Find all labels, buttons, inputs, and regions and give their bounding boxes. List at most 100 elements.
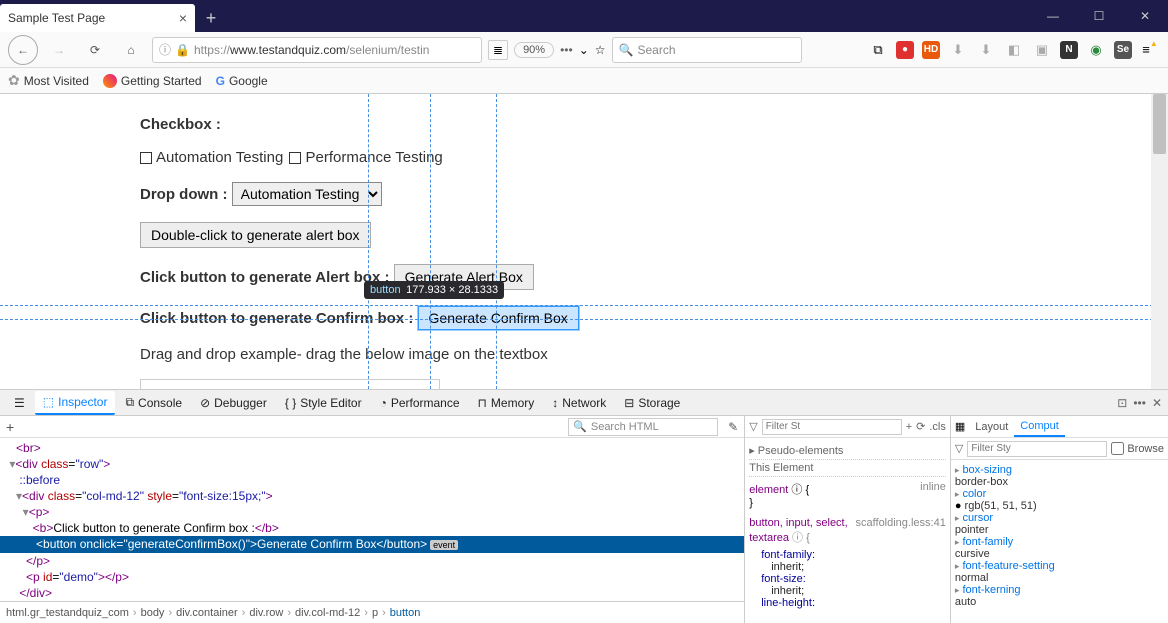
bookmark-star-icon[interactable]: ☆ (595, 43, 606, 57)
bc-item[interactable]: div.container (176, 607, 238, 619)
dropdown-label: Drop down : (140, 186, 227, 203)
tab-memory[interactable]: ⊓ Memory (470, 392, 543, 414)
scrollbar-thumb[interactable] (1153, 94, 1166, 154)
bc-item[interactable]: html.gr_testandquiz_com (6, 607, 129, 619)
ext-icon-7[interactable]: ◉ (1086, 40, 1106, 60)
alert-label: Click button to generate Alert box : (140, 269, 389, 286)
checkbox-performance[interactable] (289, 152, 301, 164)
browser-tab[interactable]: Sample Test Page × (0, 4, 195, 32)
ext-icon-3[interactable]: ⬇ (948, 40, 968, 60)
bc-item[interactable]: div.col-md-12 (295, 607, 360, 619)
google-icon: G (216, 74, 225, 88)
event-badge[interactable]: event (430, 540, 458, 550)
checkbox-automation-label: Automation Testing (156, 149, 283, 166)
firefox-icon (103, 74, 117, 88)
dropdown-select[interactable]: Automation Testing (232, 182, 382, 206)
lock-icon: 🔒 (175, 43, 190, 57)
pocket-icon[interactable]: ⌄ (579, 43, 589, 57)
close-tab-icon[interactable]: × (179, 10, 187, 26)
bc-item[interactable]: div.row (249, 607, 283, 619)
tab-network[interactable]: ↕ Network (544, 392, 614, 414)
page-actions[interactable]: ••• (560, 43, 573, 57)
pseudo-icon[interactable]: ⟳ (916, 420, 925, 433)
url-bar[interactable]: ⓘ 🔒 https://www.testandquiz.com/selenium… (152, 37, 482, 63)
ext-icon-1[interactable]: ● (896, 41, 914, 59)
tooltip-tag: button (370, 284, 401, 296)
window-titlebar: Sample Test Page × + — ☐ ✕ (0, 0, 1168, 32)
dnd-label: Drag and drop example- drag the below im… (140, 346, 1028, 363)
devtools-close-icon[interactable]: ✕ (1152, 396, 1162, 410)
devtools-more-icon[interactable]: ••• (1133, 396, 1146, 410)
devtools-tabs: ☰ ⬚ Inspector ⧉ Console ⊘ Debugger { } S… (0, 390, 1168, 416)
reload-button[interactable]: ⟳ (80, 35, 110, 65)
ext-icon-5[interactable]: ▣ (1032, 40, 1052, 60)
add-rule-icon[interactable]: + (906, 421, 912, 433)
checkbox-automation[interactable] (140, 152, 152, 164)
devtools-iframe-picker[interactable]: ☰ (6, 392, 33, 414)
info-icon[interactable]: ⓘ (159, 41, 171, 58)
highlight-icon[interactable]: ✎ (728, 420, 738, 434)
tab-console[interactable]: ⧉ Console (117, 391, 190, 414)
reader-mode-icon[interactable]: ≣ (488, 40, 508, 60)
inspector-guide (430, 94, 431, 389)
add-element-icon[interactable]: + (6, 419, 14, 435)
inspector-guide (368, 94, 369, 389)
bc-item[interactable]: p (372, 607, 378, 619)
bookmark-getting-started[interactable]: Getting Started (103, 74, 202, 88)
filter-icon: ▽ (749, 420, 757, 433)
window-minimize-icon[interactable]: — (1030, 0, 1076, 32)
generate-confirm-button[interactable]: Generate Confirm Box (418, 306, 579, 330)
sidebar-icon[interactable]: ◧ (1004, 40, 1024, 60)
devtools-search-input[interactable]: 🔍 Search HTML (568, 418, 718, 436)
viewport-scrollbar[interactable] (1151, 94, 1168, 389)
zoom-badge[interactable]: 90% (514, 42, 554, 58)
filter-styles-input[interactable] (762, 419, 902, 435)
tab-inspector[interactable]: ⬚ Inspector (35, 391, 116, 415)
tab-title: Sample Test Page (8, 11, 105, 25)
inspector-guide (0, 305, 1168, 306)
ext-icon-6[interactable]: N (1060, 41, 1078, 59)
search-icon: 🔍 (619, 43, 634, 57)
bookmarks-bar: ✿Most Visited Getting Started GGoogle (0, 68, 1168, 94)
filter-icon: ▽ (955, 442, 963, 455)
devtools-selected-node[interactable]: <button onclick="generateConfirmBox()">G… (0, 536, 744, 553)
ext-icon-2[interactable]: HD (922, 41, 940, 59)
page-viewport: Checkbox : Automation Testing Performanc… (0, 94, 1168, 390)
tab-performance[interactable]: ◔ Performance (372, 392, 468, 414)
double-click-button[interactable]: Double-click to generate alert box (140, 222, 371, 248)
home-button[interactable]: ⌂ (116, 35, 146, 65)
bookmark-most-visited[interactable]: ✿Most Visited (8, 72, 89, 89)
new-tab-button[interactable]: + (197, 4, 225, 32)
tab-debugger[interactable]: ⊘ Debugger (192, 392, 275, 414)
window-maximize-icon[interactable]: ☐ (1076, 0, 1122, 32)
cls-toggle[interactable]: .cls (929, 421, 946, 433)
boxmodel-icon[interactable]: ▦ (951, 420, 969, 433)
checkbox-label: Checkbox : (140, 116, 221, 133)
bc-item[interactable]: body (141, 607, 165, 619)
devtools-dock-icon[interactable]: ⊡ (1117, 396, 1127, 410)
browser-styles-toggle[interactable]: Browse (1111, 442, 1164, 455)
tab-storage[interactable]: ⊟ Storage (616, 392, 688, 414)
devtools-panel: ☰ ⬚ Inspector ⧉ Console ⊘ Debugger { } S… (0, 390, 1168, 623)
ext-icon-4[interactable]: ⬇ (976, 40, 996, 60)
ext-icon-8[interactable]: Se (1114, 41, 1132, 59)
filter-computed-input[interactable] (967, 441, 1107, 457)
forward-button[interactable]: → (44, 35, 74, 65)
library-icon[interactable]: ⧉ (868, 40, 888, 60)
devtools-html-pane: + 🔍 Search HTML ✎ <br> ▾<div class="row"… (0, 416, 744, 623)
tab-style-editor[interactable]: { } Style Editor (277, 392, 370, 414)
back-button[interactable]: ← (8, 35, 38, 65)
devtools-dom-tree[interactable]: <br> ▾<div class="row"> ::before ▾<div c… (0, 438, 744, 601)
inspector-guide (0, 319, 1168, 320)
menu-icon[interactable]: ≡▲ (1140, 40, 1160, 60)
bc-item[interactable]: button (390, 607, 421, 619)
tooltip-dims: 177.933 × 28.1333 (406, 284, 498, 296)
dnd-textbox[interactable] (140, 379, 440, 390)
checkbox-performance-label: Performance Testing (305, 149, 442, 166)
tab-layout[interactable]: Layout (969, 418, 1014, 436)
search-bar[interactable]: 🔍 Search (612, 37, 802, 63)
bookmark-google[interactable]: GGoogle (216, 74, 268, 88)
window-close-icon[interactable]: ✕ (1122, 0, 1168, 32)
devtools-breadcrumb: html.gr_testandquiz_com› body› div.conta… (0, 601, 744, 623)
tab-computed[interactable]: Comput (1014, 417, 1065, 437)
